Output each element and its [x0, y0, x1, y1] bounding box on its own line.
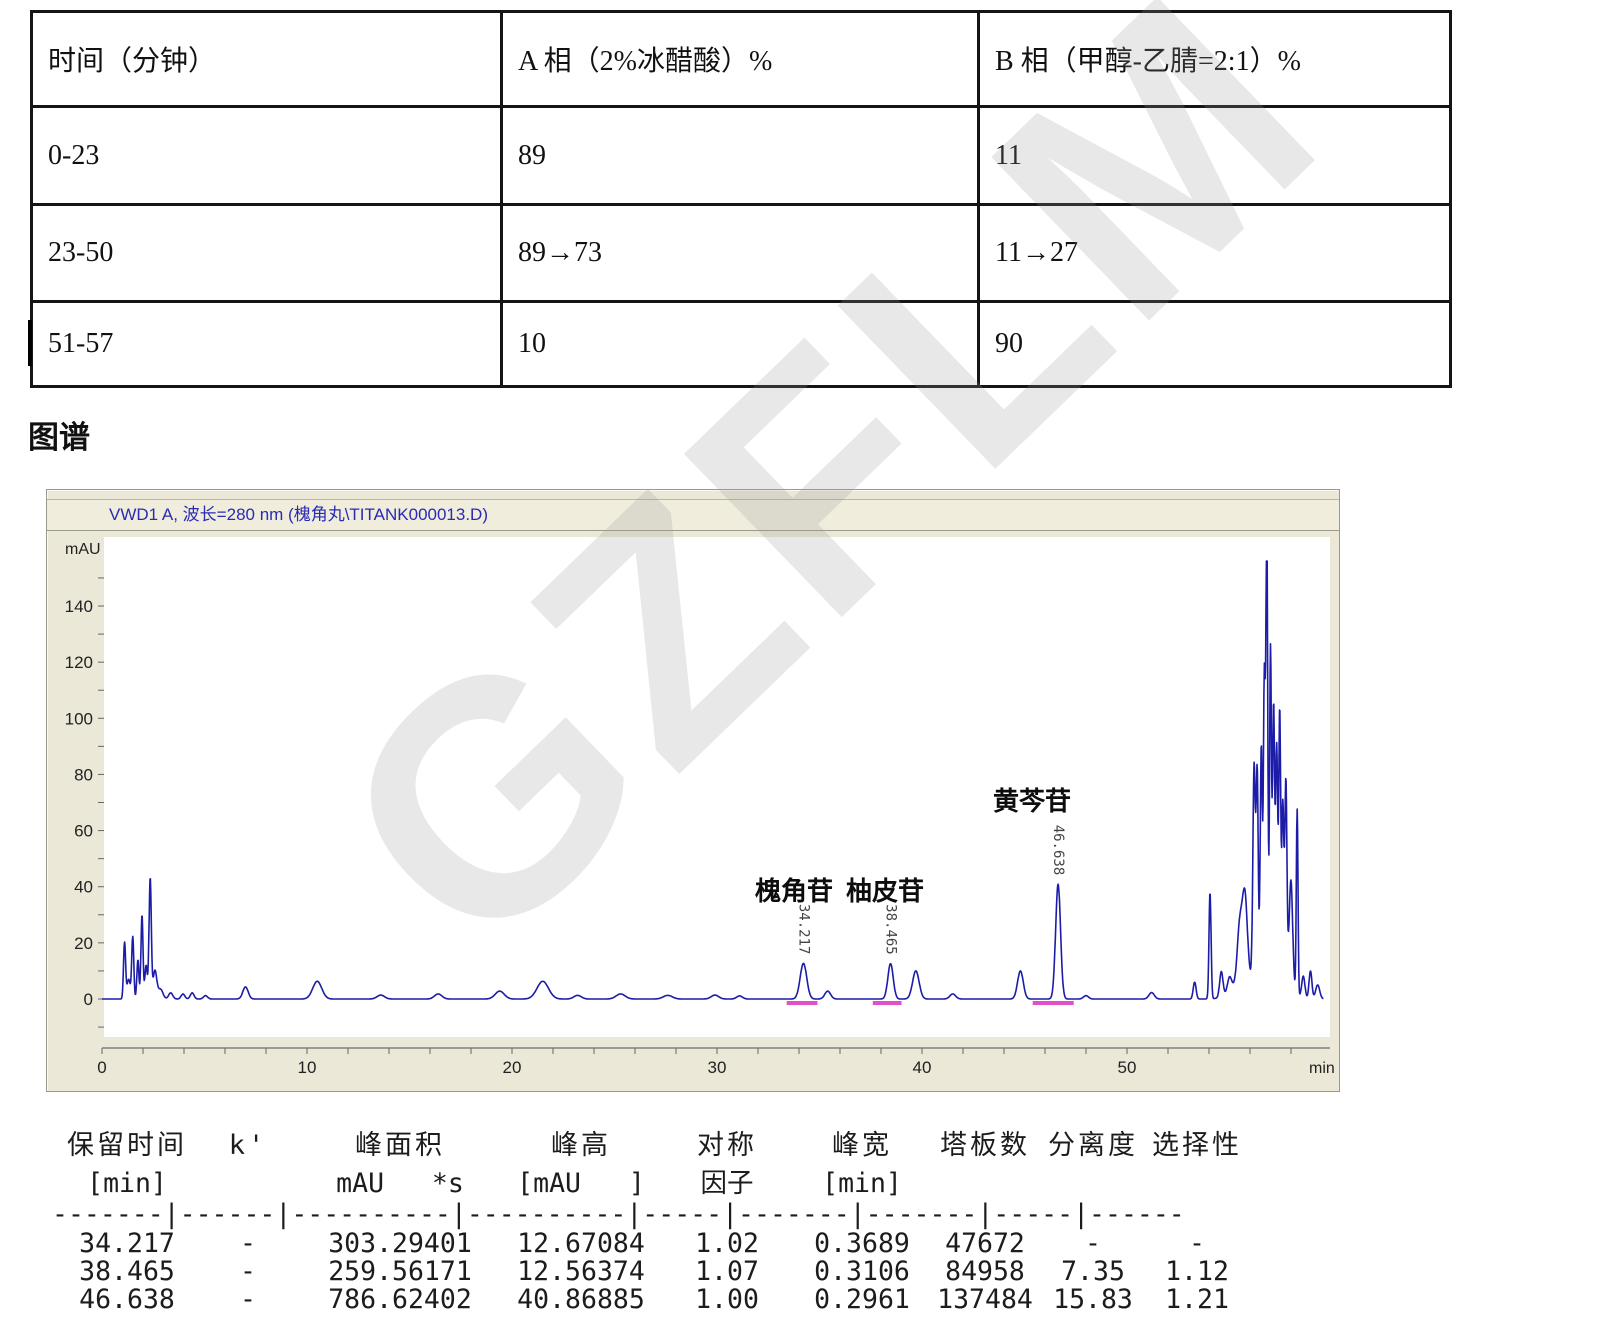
cell-time: 51-57 [32, 302, 502, 387]
col-unit: [min] [52, 1168, 202, 1200]
col-unit: [min] [798, 1168, 926, 1200]
table-row: 23-50 89→73 11→27 [32, 205, 1451, 302]
gradient-header-time: 时间（分钟） [32, 12, 502, 107]
cell-phase-a: 89 [502, 107, 979, 205]
chromatogram-svg: 0 20 40 60 80 100 120 140 mAU 0 10 20 30 40 50 min 槐角苷34… [47, 532, 1339, 1090]
peak-rt-label: 34.217 [795, 904, 811, 955]
peak-name-label: 槐角苷 [755, 876, 833, 906]
cell-width: 0.3106 [798, 1258, 926, 1286]
gradient-table: 时间（分钟） A 相（2%冰醋酸）% B 相（甲醇-乙腈=2:1）% 0-23 … [30, 10, 1452, 388]
x-tick-label: 30 [708, 1058, 727, 1077]
cell-resolution: 15.83 [1044, 1286, 1142, 1314]
cell-retention: 34.217 [52, 1230, 202, 1258]
cell-symmetry: 1.00 [656, 1286, 798, 1314]
y-tick-label: 60 [74, 822, 93, 841]
col-header-resolution: 分离度 [1044, 1124, 1142, 1168]
col-unit: 因子 [656, 1168, 798, 1200]
x-tick-label: 50 [1118, 1058, 1137, 1077]
cell-area: 259.56171 [294, 1258, 506, 1286]
results-header-row: 保留时间 k' 峰面积 峰高 对称 峰宽 塔板数 分离度 选择性 [min] m… [52, 1124, 1252, 1200]
cell-resolution: 7.35 [1044, 1258, 1142, 1286]
cell-k: - [202, 1286, 294, 1314]
peak-name-label: 黄芩苷 [993, 787, 1071, 816]
cell-retention: 46.638 [52, 1286, 202, 1314]
y-tick-label: 100 [65, 709, 93, 728]
col-unit [1142, 1168, 1252, 1200]
x-tick-label: 10 [298, 1058, 317, 1077]
chromatogram-panel: VWD1 A, 波长=280 nm (槐角丸\TITANK000013.D) 0… [46, 489, 1340, 1092]
col-header-width: 峰宽 [798, 1124, 926, 1168]
cell-width: 0.2961 [798, 1286, 926, 1314]
cell-k: - [202, 1230, 294, 1258]
chromatogram-title: VWD1 A, 波长=280 nm (槐角丸\TITANK000013.D) [47, 500, 1339, 529]
cell-height: 12.67084 [506, 1230, 656, 1258]
cell-selectivity: - [1142, 1230, 1252, 1258]
cell-phase-b: 11 [979, 107, 1451, 205]
cell-area: 303.29401 [294, 1230, 506, 1258]
peak-rt-label: 46.638 [1050, 825, 1066, 876]
cell-phase-a: 89→73 [502, 205, 979, 302]
col-unit [926, 1168, 1044, 1200]
peak-rt-label: 38.465 [883, 904, 899, 955]
cell-symmetry: 1.07 [656, 1258, 798, 1286]
scan-artifact [28, 320, 32, 366]
cell-retention: 38.465 [52, 1258, 202, 1286]
table-row: 51-57 10 90 [32, 302, 1451, 387]
cell-plates: 84958 [926, 1258, 1044, 1286]
peak-results-table: 保留时间 k' 峰面积 峰高 对称 峰宽 塔板数 分离度 选择性 [min] m… [52, 1124, 1252, 1314]
gradient-header-phase-a: A 相（2%冰醋酸）% [502, 12, 979, 107]
col-header-selectivity: 选择性 [1142, 1124, 1252, 1168]
y-tick-label: 140 [65, 597, 93, 616]
col-unit [202, 1168, 294, 1200]
col-header-symmetry: 对称 [656, 1124, 798, 1168]
cell-plates: 137484 [926, 1286, 1044, 1314]
y-tick-label: 40 [74, 878, 93, 897]
cell-phase-b: 11→27 [979, 205, 1451, 302]
cell-plates: 47672 [926, 1230, 1044, 1258]
gradient-table-header-row: 时间（分钟） A 相（2%冰醋酸）% B 相（甲醇-乙腈=2:1）% [32, 12, 1451, 107]
cell-k: - [202, 1258, 294, 1286]
col-header-area: 峰面积 [294, 1124, 506, 1168]
cell-height: 40.86885 [506, 1286, 656, 1314]
col-unit: mAU *s [294, 1168, 506, 1200]
cell-width: 0.3689 [798, 1230, 926, 1258]
cell-time: 23-50 [32, 205, 502, 302]
cell-time: 0-23 [32, 107, 502, 205]
table-row: 0-23 89 11 [32, 107, 1451, 205]
cell-height: 12.56374 [506, 1258, 656, 1286]
peak-name-label: 柚皮苷 [846, 877, 924, 906]
col-unit [1044, 1168, 1142, 1200]
x-axis-label: min [1309, 1060, 1335, 1077]
y-tick-label: 120 [65, 653, 93, 672]
y-tick-label: 20 [74, 934, 93, 953]
x-tick-label: 40 [913, 1058, 932, 1077]
col-header-height: 峰高 [506, 1124, 656, 1168]
cell-selectivity: 1.12 [1142, 1258, 1252, 1286]
col-unit: [mAU ] [506, 1168, 656, 1200]
cell-selectivity: 1.21 [1142, 1286, 1252, 1314]
gradient-header-phase-b: B 相（甲醇-乙腈=2:1）% [979, 12, 1451, 107]
cell-phase-b: 90 [979, 302, 1451, 387]
section-label: 图谱 [28, 412, 90, 457]
col-header-retention: 保留时间 [52, 1124, 202, 1168]
cell-symmetry: 1.02 [656, 1230, 798, 1258]
results-data-rows: 34.217 - 303.29401 12.67084 1.02 0.3689 … [52, 1230, 1252, 1314]
y-tick-label: 80 [74, 765, 93, 784]
plot-area [104, 537, 1330, 1037]
x-tick-label: 20 [503, 1058, 522, 1077]
col-header-plates: 塔板数 [926, 1124, 1044, 1168]
y-tick-label: 0 [84, 990, 93, 1009]
cell-area: 786.62402 [294, 1286, 506, 1314]
cell-phase-a: 10 [502, 302, 979, 387]
chromatogram-titlebar: VWD1 A, 波长=280 nm (槐角丸\TITANK000013.D) [47, 499, 1339, 531]
y-axis-label: mAU [65, 541, 101, 558]
col-header-k: k' [202, 1124, 294, 1168]
results-separator: -------|------|----------|----------|---… [52, 1200, 1252, 1230]
x-tick-label: 0 [97, 1058, 106, 1077]
cell-resolution: - [1044, 1230, 1142, 1258]
